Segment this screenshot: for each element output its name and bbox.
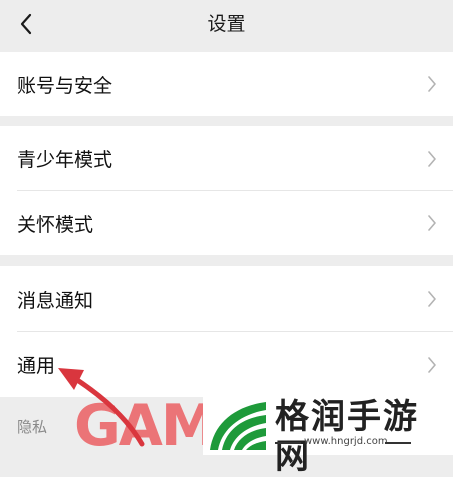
row-label: 青少年模式 — [17, 149, 113, 171]
row-label: 消息通知 — [17, 289, 94, 312]
watermark-site-url: www.hngrjd.com — [304, 436, 388, 447]
green-arch-logo-icon — [210, 402, 266, 450]
chevron-right-icon — [428, 150, 436, 167]
chevron-right-icon — [428, 76, 436, 92]
chevron-right-icon — [428, 291, 436, 307]
chevron-right-icon — [428, 215, 436, 231]
section-header-privacy: 隐私 — [17, 418, 48, 436]
watermark-gam-text: GAM — [74, 393, 218, 459]
row-general[interactable]: 通用 — [0, 332, 453, 397]
row-account-security[interactable]: 账号与安全 — [0, 52, 453, 116]
watermark-dash — [385, 442, 411, 444]
page-title: 设置 — [207, 13, 246, 35]
row-label: 账号与安全 — [17, 74, 113, 97]
watermark-box: 格润手游网 www.hngrjd.com — [203, 396, 453, 477]
top-bar: 设置 — [0, 0, 453, 49]
watermark-dash — [275, 442, 301, 444]
row-label: 通用 — [17, 355, 56, 377]
row-care-mode[interactable]: 关怀模式 — [0, 191, 453, 255]
row-notifications[interactable]: 消息通知 — [0, 266, 453, 332]
row-label: 关怀模式 — [17, 213, 94, 236]
chevron-right-icon — [428, 356, 436, 373]
row-teen-mode[interactable]: 青少年模式 — [0, 126, 453, 191]
